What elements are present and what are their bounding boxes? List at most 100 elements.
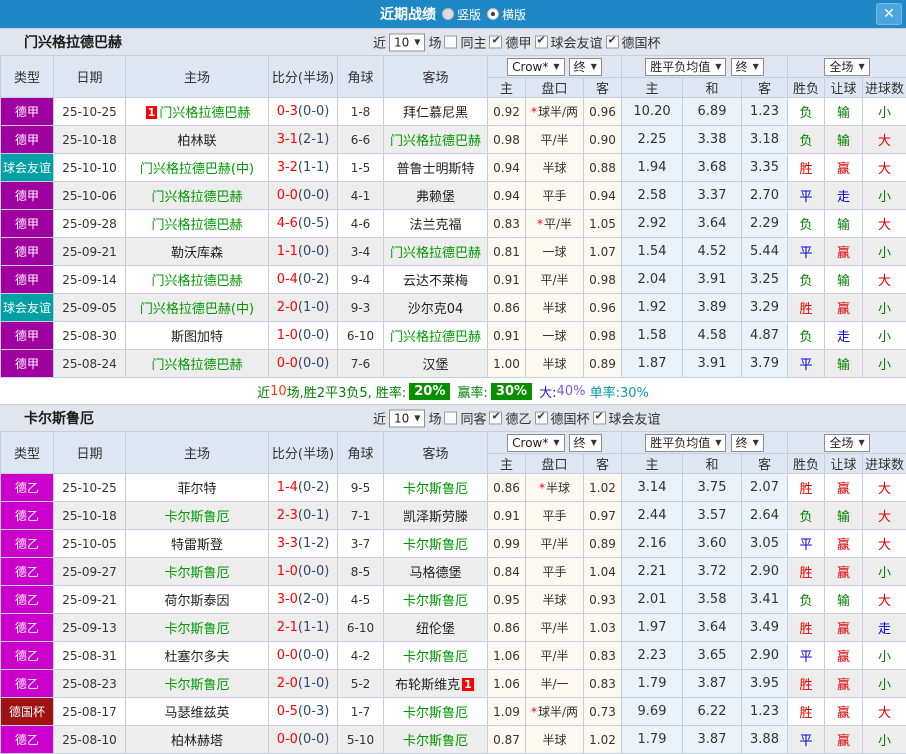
avg-home-odds: 2.44 bbox=[622, 502, 683, 530]
league-checkbox[interactable] bbox=[535, 36, 548, 49]
col-handicap: 盘口 bbox=[526, 78, 584, 98]
home-team: 卡尔斯鲁厄 bbox=[126, 614, 269, 642]
odds-away: 0.96 bbox=[584, 294, 622, 322]
avg-away-odds: 2.70 bbox=[742, 182, 788, 210]
odds-away: 0.93 bbox=[584, 586, 622, 614]
near-label: 近 bbox=[373, 409, 386, 428]
same-venue-checkbox[interactable] bbox=[444, 412, 457, 425]
league-label: 德乙 bbox=[505, 409, 531, 428]
match-date: 25-09-05 bbox=[54, 294, 126, 322]
corner-count: 5-10 bbox=[338, 726, 384, 754]
same-venue-checkbox[interactable] bbox=[444, 36, 457, 49]
odds-home: 0.81 bbox=[488, 238, 526, 266]
avg-select[interactable]: 胜平负均值 ▼ bbox=[645, 58, 726, 76]
league-badge: 德乙 bbox=[1, 642, 54, 670]
league-badge: 德甲 bbox=[1, 98, 54, 126]
handicap-line: 平手 bbox=[526, 558, 584, 586]
panel-title: 近期战绩 bbox=[380, 4, 436, 24]
radio-icon[interactable] bbox=[442, 8, 454, 20]
close-button[interactable]: ✕ bbox=[876, 3, 902, 25]
score: 0-4(0-2) bbox=[269, 266, 338, 294]
avg-value: 胜平负均值 bbox=[650, 59, 710, 75]
layout-radio-vertical[interactable]: 竖版 bbox=[442, 6, 481, 23]
league-checkbox[interactable] bbox=[535, 412, 548, 425]
col-date: 日期 bbox=[54, 432, 126, 474]
result-wdl: 负 bbox=[788, 586, 825, 614]
avg-home-odds: 1.58 bbox=[622, 322, 683, 350]
col-odds-home: 主 bbox=[488, 78, 526, 98]
col-corner: 角球 bbox=[338, 56, 384, 98]
league-label: 球会友谊 bbox=[609, 409, 661, 428]
league-checkbox[interactable] bbox=[489, 412, 502, 425]
corner-count: 7-6 bbox=[338, 350, 384, 378]
near-label: 近 bbox=[373, 33, 386, 52]
odds-time-select[interactable]: 终▼ bbox=[569, 434, 602, 452]
home-team: 门兴格拉德巴赫(中) bbox=[126, 154, 269, 182]
league-label: 球会友谊 bbox=[551, 33, 603, 52]
odds-away: 0.90 bbox=[584, 126, 622, 154]
league-badge: 德甲 bbox=[1, 182, 54, 210]
match-count-select[interactable]: 10 ▼ bbox=[389, 409, 425, 427]
score: 2-3(0-1) bbox=[269, 502, 338, 530]
odds-home: 1.09 bbox=[488, 698, 526, 726]
away-team: 门兴格拉德巴赫 bbox=[384, 126, 488, 154]
result-goals: 小 bbox=[863, 182, 906, 210]
avg-draw-odds: 3.65 bbox=[683, 642, 742, 670]
match-date: 25-10-05 bbox=[54, 530, 126, 558]
odds-home: 0.92 bbox=[488, 98, 526, 126]
odds-source-select[interactable]: Crow*▼ bbox=[507, 58, 564, 76]
chevron-down-icon: ▼ bbox=[715, 435, 721, 451]
odds-source-value: Crow* bbox=[512, 59, 548, 75]
corner-count: 4-2 bbox=[338, 642, 384, 670]
score: 2-1(1-1) bbox=[269, 614, 338, 642]
chevron-down-icon: ▼ bbox=[715, 59, 721, 75]
summary-rate-badge: 20% bbox=[409, 383, 450, 400]
match-row: 德甲25-08-24门兴格拉德巴赫0-0(0-0)7-6汉堡1.00半球0.89… bbox=[1, 350, 906, 378]
odds-time-select[interactable]: 终▼ bbox=[569, 58, 602, 76]
result-handicap: 赢 bbox=[825, 726, 863, 754]
match-date: 25-09-14 bbox=[54, 266, 126, 294]
avg-home-odds: 1.87 bbox=[622, 350, 683, 378]
match-row: 德甲25-09-21勒沃库森1-1(0-0)3-4门兴格拉德巴赫0.81一球1.… bbox=[1, 238, 906, 266]
col-corner: 角球 bbox=[338, 432, 384, 474]
match-count-select[interactable]: 10 ▼ bbox=[389, 33, 425, 51]
fulltime-select[interactable]: 全场▼ bbox=[824, 58, 869, 76]
match-row: 德乙25-10-18卡尔斯鲁厄2-3(0-1)7-1凯泽斯劳滕0.91平手0.9… bbox=[1, 502, 906, 530]
away-team: 卡尔斯鲁厄 bbox=[384, 642, 488, 670]
result-goals: 小 bbox=[863, 322, 906, 350]
result-goals: 小 bbox=[863, 558, 906, 586]
avg-time-select[interactable]: 终▼ bbox=[731, 434, 764, 452]
league-checkbox[interactable] bbox=[606, 36, 619, 49]
league-badge: 德乙 bbox=[1, 558, 54, 586]
odds-away: 0.88 bbox=[584, 154, 622, 182]
avg-home-odds: 10.20 bbox=[622, 98, 683, 126]
avg-home-odds: 2.01 bbox=[622, 586, 683, 614]
odds-source-select[interactable]: Crow*▼ bbox=[507, 434, 564, 452]
layout-radio-horizontal[interactable]: 横版 bbox=[487, 6, 526, 23]
result-wdl: 平 bbox=[788, 350, 825, 378]
odds-home: 0.91 bbox=[488, 322, 526, 350]
home-team: 卡尔斯鲁厄 bbox=[126, 670, 269, 698]
match-date: 25-08-31 bbox=[54, 642, 126, 670]
match-row: 德乙25-09-13卡尔斯鲁厄2-1(1-1)6-10纽伦堡0.86平/半1.0… bbox=[1, 614, 906, 642]
corner-count: 7-1 bbox=[338, 502, 384, 530]
away-team: 卡尔斯鲁厄 bbox=[384, 726, 488, 754]
league-checkbox[interactable] bbox=[489, 36, 502, 49]
avg-draw-odds: 3.87 bbox=[683, 726, 742, 754]
avg-home-odds: 2.92 bbox=[622, 210, 683, 238]
home-team: 马瑟维兹英 bbox=[126, 698, 269, 726]
match-row: 德甲25-10-06门兴格拉德巴赫0-0(0-0)4-1弗赖堡0.94平手0.9… bbox=[1, 182, 906, 210]
avg-select[interactable]: 胜平负均值▼ bbox=[645, 434, 726, 452]
chevron-down-icon: ▼ bbox=[753, 59, 759, 75]
score: 0-3(0-0) bbox=[269, 98, 338, 126]
fulltime-select[interactable]: 全场▼ bbox=[824, 434, 869, 452]
result-wdl: 负 bbox=[788, 126, 825, 154]
avg-time-select[interactable]: 终▼ bbox=[731, 58, 764, 76]
corner-count: 3-4 bbox=[338, 238, 384, 266]
summary-text: 单率:30% bbox=[585, 382, 648, 401]
league-checkbox[interactable] bbox=[593, 412, 606, 425]
col-home: 主场 bbox=[126, 432, 269, 474]
avg-draw-odds: 3.37 bbox=[683, 182, 742, 210]
radio-checked-icon[interactable] bbox=[487, 8, 499, 20]
filter-bar: 近 10 ▼ 场 同主 德甲 球会友谊 德国杯 bbox=[373, 33, 661, 52]
